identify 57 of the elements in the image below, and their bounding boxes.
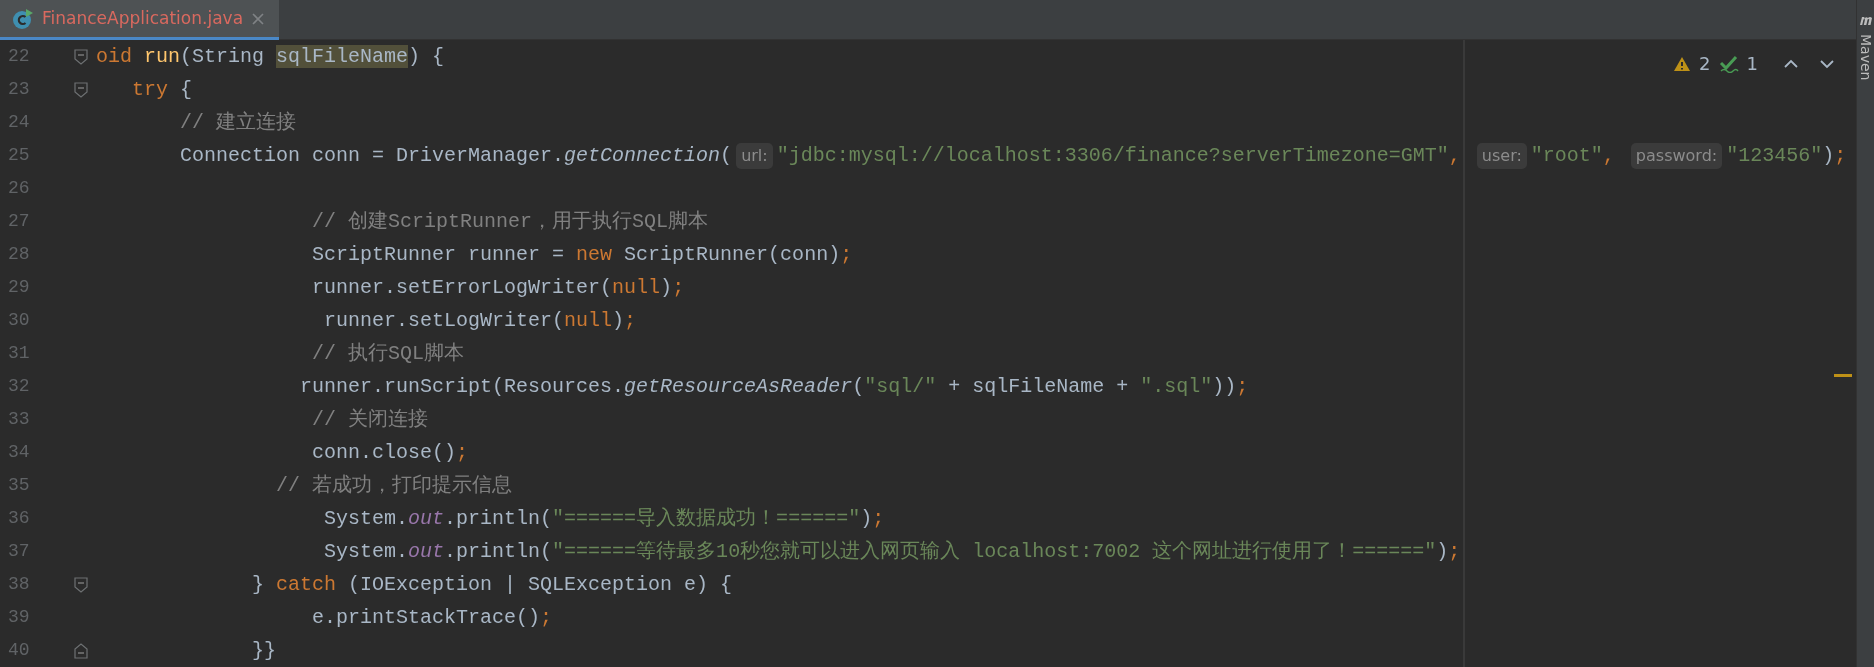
line-number: 34 [7,441,31,464]
line-number: 30 [7,309,31,332]
code-text: // 关闭连接 [311,406,429,433]
parameter-hint: url: [736,142,773,169]
line-number: 36 [7,507,31,530]
line-number: 26 [7,177,31,200]
parameter-hint: password: [1630,142,1723,169]
chevron-down-icon[interactable] [1820,58,1834,69]
warning-icon[interactable] [1673,55,1692,72]
code-text: // 建立连接 [179,109,297,136]
code-text: try { [131,76,193,103]
line-number: 22 [7,45,31,68]
line-number: 24 [7,111,31,134]
line-number: 37 [7,540,31,563]
line-number: 31 [7,342,31,365]
code-text: "root", [1530,142,1616,169]
line-number: 23 [7,78,31,101]
line-number: 33 [7,408,31,431]
java-class-icon [12,7,34,30]
fold-icon[interactable] [74,81,88,98]
fold-icon[interactable] [74,642,88,659]
fold-icon[interactable] [74,48,88,65]
close-icon[interactable] [251,11,266,26]
code-text: runner.setLogWriter(null); [323,307,637,334]
code-text: e.printStackTrace(); [311,604,553,631]
parameter-hint: user: [1476,142,1527,169]
code-text: } catch (IOException | SQLException e) { [251,571,733,598]
line-number: 29 [7,276,31,299]
check-icon[interactable] [1718,54,1739,73]
code-text: // 若成功，打印提示信息 [275,472,513,499]
code-text: // 创建ScriptRunner，用于执行SQL脚本 [311,208,709,235]
code-text: // 执行SQL脚本 [311,340,465,367]
warning-count[interactable]: 2 [1699,50,1711,77]
line-number: 32 [7,375,31,398]
fold-icon[interactable] [74,576,88,593]
code-text: System.out.println("======等待最多10秒您就可以进入网页输入 localhost:7002 这个网址进行使用了！======"); [323,538,1461,565]
side-panel-tab[interactable]: Maven [1855,34,1874,81]
code-text: ScriptRunner runner = new ScriptRunner(conn); [311,241,853,268]
code-text: runner.runScript(Resources.getResourceAsReader("sql/" + sqlFileName + ".sql")); [299,373,1249,400]
line-number: 35 [7,474,31,497]
code-text: "123456"); [1726,142,1847,169]
line-number: 28 [7,243,31,266]
error-stripe-marker[interactable] [1834,374,1852,377]
weak-warning-count[interactable]: 1 [1746,50,1758,77]
line-number: 25 [7,144,31,167]
line-number: 40 [7,639,31,662]
code-text: "jdbc:mysql://localhost:3306/finance?serverTimezone=GMT", [776,142,1462,169]
code-text: Connection conn = DriverManager.getConnection( [179,142,733,169]
chevron-up-icon[interactable] [1784,58,1798,69]
code-text: System.out.println("======导入数据成功！======"); [323,505,885,532]
line-number: 38 [7,573,31,596]
code-text: }} [251,637,277,664]
line-number: 27 [7,210,31,233]
code-text: runner.setErrorLogWriter(null); [311,274,685,301]
code-text: oid run(String sqlFileName) { [96,43,445,70]
code-text: conn.close(); [311,439,469,466]
line-number: 39 [7,606,31,629]
